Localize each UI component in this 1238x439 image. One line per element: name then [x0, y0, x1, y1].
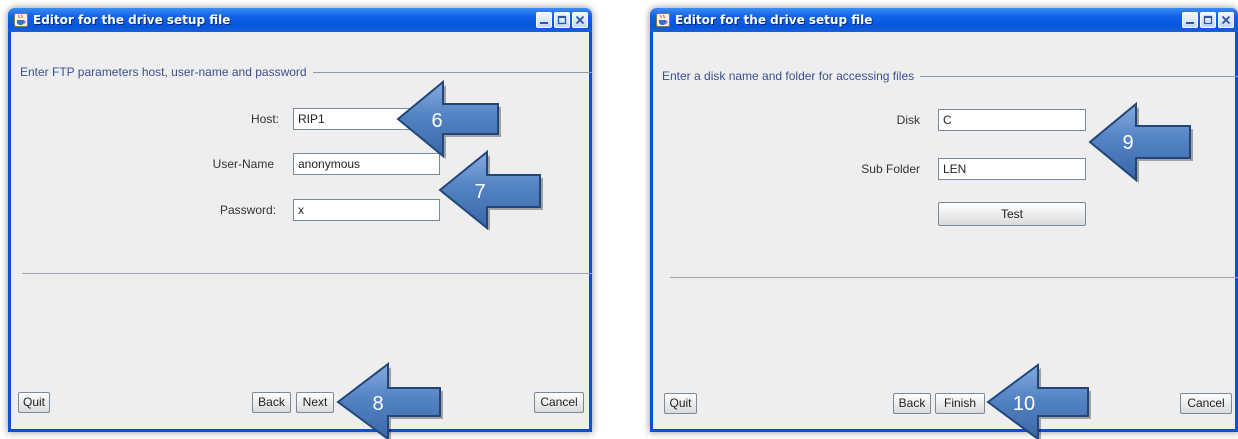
- host-label: Host:: [250, 112, 279, 126]
- java-app-icon[interactable]: [14, 13, 28, 27]
- disk-label: Disk: [896, 113, 920, 127]
- minimize-icon[interactable]: [536, 12, 552, 28]
- sub-folder-input[interactable]: [938, 158, 1086, 180]
- maximize-icon[interactable]: [554, 12, 570, 28]
- section-heading: Enter a disk name and folder for accessi…: [662, 68, 1238, 84]
- ftp-parameters-window: Editor for the drive setup file Enter FT…: [8, 8, 592, 432]
- separator: [22, 273, 592, 274]
- title-bar[interactable]: Editor for the drive setup file: [650, 8, 1238, 32]
- cancel-button[interactable]: Cancel: [534, 392, 584, 413]
- quit-button[interactable]: Quit: [664, 393, 697, 414]
- section-heading-text: Enter FTP parameters host, user-name and…: [20, 65, 307, 79]
- section-rule: [312, 71, 592, 73]
- user-name-label: User-Name: [212, 157, 274, 171]
- java-app-icon[interactable]: [656, 13, 670, 27]
- window-controls: [536, 12, 588, 28]
- quit-button[interactable]: Quit: [18, 392, 50, 413]
- close-icon[interactable]: [1218, 12, 1234, 28]
- sub-folder-label: Sub Folder: [861, 162, 920, 176]
- password-label: Password:: [219, 203, 276, 217]
- host-input[interactable]: [293, 108, 410, 130]
- section-heading-text: Enter a disk name and folder for accessi…: [662, 69, 915, 83]
- section-heading: Enter FTP parameters host, user-name and…: [20, 64, 592, 80]
- window-title: Editor for the drive setup file: [675, 13, 873, 27]
- back-button[interactable]: Back: [252, 392, 291, 413]
- user-name-input[interactable]: [293, 153, 440, 175]
- test-button[interactable]: Test: [938, 202, 1086, 226]
- next-button[interactable]: Next: [296, 392, 334, 413]
- section-rule: [920, 75, 1238, 77]
- separator: [670, 277, 1238, 278]
- finish-button[interactable]: Finish: [935, 393, 985, 414]
- title-bar[interactable]: Editor for the drive setup file: [8, 8, 592, 32]
- close-icon[interactable]: [572, 12, 588, 28]
- minimize-icon[interactable]: [1182, 12, 1198, 28]
- cancel-button[interactable]: Cancel: [1180, 393, 1232, 414]
- disk-input[interactable]: [938, 109, 1086, 131]
- password-input[interactable]: [293, 199, 440, 221]
- window-title: Editor for the drive setup file: [33, 13, 231, 27]
- disk-folder-window: Editor for the drive setup file Enter a …: [650, 8, 1238, 432]
- back-button[interactable]: Back: [893, 393, 931, 414]
- window-controls: [1182, 12, 1234, 28]
- page: { "left_window": { "title": "Editor for …: [0, 0, 1238, 439]
- maximize-icon[interactable]: [1200, 12, 1216, 28]
